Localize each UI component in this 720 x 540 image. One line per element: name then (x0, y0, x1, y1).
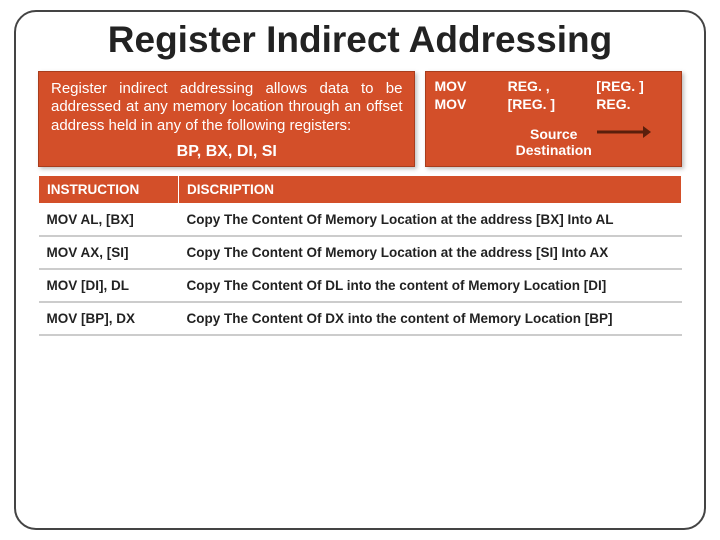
table-row: MOV AX, [SI] Copy The Content Of Memory … (39, 236, 682, 269)
cell-desc: Copy The Content Of Memory Location at t… (179, 236, 682, 269)
cell-instr: MOV [BP], DX (39, 302, 179, 335)
th-description: DISCRIPTION (179, 175, 682, 203)
instruction-table: INSTRUCTION DISCRIPTION MOV AL, [BX] Cop… (38, 175, 682, 336)
caption-dest: Destination (434, 142, 673, 158)
syntax-dst-1: REG. , (508, 78, 585, 94)
description-box: Register indirect addressing allows data… (38, 71, 415, 167)
cell-desc: Copy The Content Of DL into the content … (179, 269, 682, 302)
cell-instr: MOV [DI], DL (39, 269, 179, 302)
th-instruction: INSTRUCTION (39, 175, 179, 203)
top-row: Register indirect addressing allows data… (38, 71, 682, 167)
cell-desc: Copy The Content Of Memory Location at t… (179, 203, 682, 236)
cell-instr: MOV AL, [BX] (39, 203, 179, 236)
syntax-dst-2: [REG. ] (508, 96, 585, 112)
arrow-icon (593, 123, 651, 141)
registers-list: BP, BX, DI, SI (51, 142, 402, 162)
syntax-mov-2: MOV (434, 96, 495, 112)
syntax-box: MOV REG. , [REG. ] MOV [REG. ] REG. Sour… (425, 71, 682, 167)
slide-title: Register Indirect Addressing (38, 20, 682, 61)
table-row: MOV AL, [BX] Copy The Content Of Memory … (39, 203, 682, 236)
syntax-src-2: REG. (596, 96, 673, 112)
table-row: MOV [BP], DX Copy The Content Of DX into… (39, 302, 682, 335)
cell-instr: MOV AX, [SI] (39, 236, 179, 269)
syntax-grid: MOV REG. , [REG. ] MOV [REG. ] REG. (434, 78, 673, 112)
syntax-src-1: [REG. ] (596, 78, 673, 94)
description-text: Register indirect addressing allows data… (51, 80, 402, 135)
cell-desc: Copy The Content Of DX into the content … (179, 302, 682, 335)
syntax-mov-1: MOV (434, 78, 495, 94)
table-header-row: INSTRUCTION DISCRIPTION (39, 175, 682, 203)
table-row: MOV [DI], DL Copy The Content Of DL into… (39, 269, 682, 302)
slide: Register Indirect Addressing Register in… (0, 0, 720, 540)
source-dest-caption: Source Destination (434, 126, 673, 158)
